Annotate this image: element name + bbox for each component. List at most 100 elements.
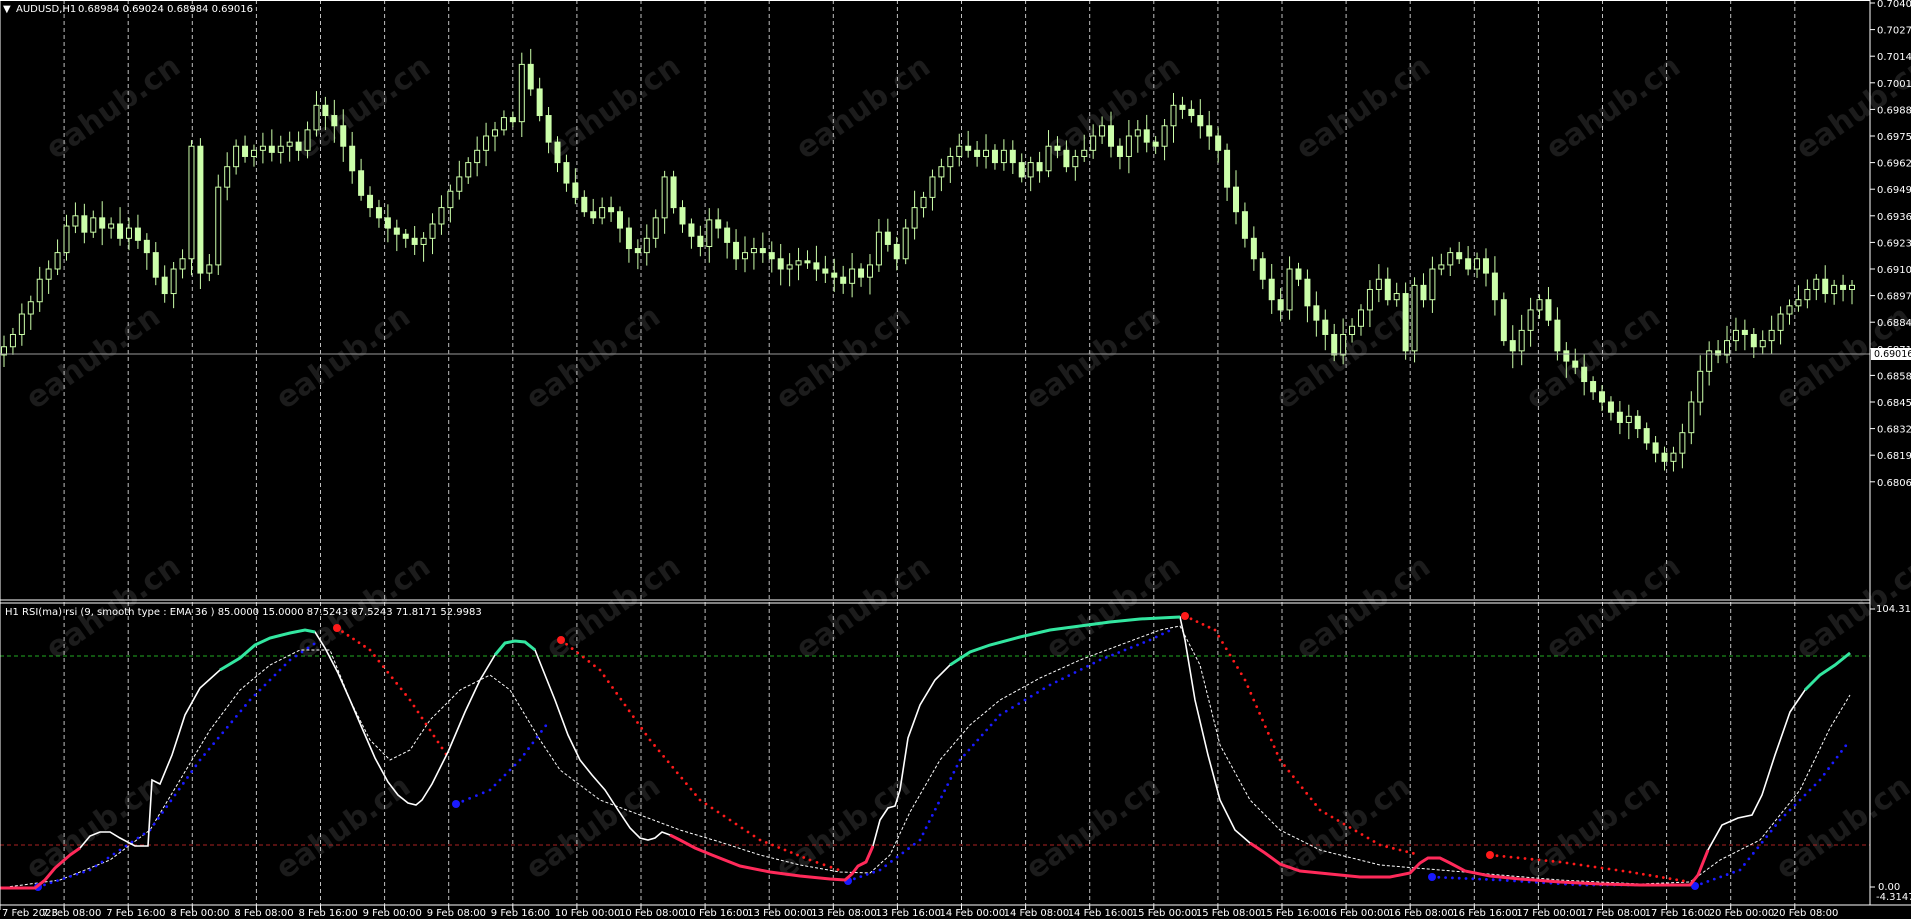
candle-bull — [492, 129, 499, 137]
indicator-dot — [1732, 870, 1735, 874]
indicator-dot — [640, 726, 644, 730]
indicator-axis[interactable]: 104.3164 0.00 -4.3147 — [1870, 604, 1911, 903]
watermark-text: eahub.cn — [1020, 299, 1167, 417]
indicator-dot — [716, 810, 720, 814]
candle-bear — [1188, 108, 1195, 117]
indicator-dot — [907, 847, 910, 850]
candle-bull — [45, 268, 52, 280]
indicator-dot — [1309, 797, 1313, 801]
price-tick-label: 0.69230 — [1877, 238, 1911, 249]
indicator-dot — [1385, 845, 1389, 849]
indicator-dot — [918, 838, 922, 842]
candle-bear — [1304, 278, 1311, 307]
indicator-dot — [1336, 819, 1340, 822]
indicator-axis-top: 104.3164 — [1876, 604, 1911, 615]
candle-bull — [1045, 145, 1052, 172]
candle-bear — [1420, 284, 1427, 301]
symbol-label: AUDUSD,H1 — [16, 4, 76, 15]
indicator-dot — [475, 794, 478, 797]
indicator-dot — [283, 663, 287, 667]
candle-bull — [90, 217, 97, 233]
chart-window[interactable]: eahub.cn eahub.cn eahub.cn eahub.cn eahub.cn… — [0, 0, 1911, 919]
collapse-arrow-icon[interactable]: ▼ — [3, 4, 11, 15]
indicator-dot — [980, 733, 984, 737]
indicator-dot — [704, 802, 708, 806]
candle-bear — [322, 104, 329, 117]
candle-bear — [1491, 272, 1498, 301]
candle-bull — [465, 162, 472, 178]
indicator-dot — [1840, 750, 1843, 753]
candle-bull — [661, 176, 668, 219]
indicator-dot — [1437, 875, 1441, 879]
indicator-dot — [1398, 848, 1402, 852]
indicator-dot — [190, 770, 194, 774]
candle-bull — [1536, 299, 1543, 311]
indicator-dot — [606, 680, 610, 684]
time-tick-label: 15 Feb 00:00 — [1132, 908, 1198, 919]
indicator-dot — [198, 758, 202, 762]
candle-bull — [1357, 309, 1364, 327]
indicator-dot — [312, 642, 316, 646]
time-tick-label: 9 Feb 16:00 — [491, 908, 550, 919]
indicator-dot — [432, 734, 436, 738]
candle-bull — [911, 207, 918, 229]
indicator-dot — [581, 655, 585, 659]
indicator-dot — [161, 811, 164, 814]
time-axis[interactable]: 7 Feb 20237 Feb 08:00 7 Feb 16:00 8 Feb 00… — [0, 905, 1838, 919]
candle-bear — [1661, 452, 1668, 462]
indicator-dot — [118, 848, 122, 852]
indicator-dot — [1252, 698, 1256, 702]
candle-bear — [965, 145, 972, 151]
indicator-dot — [1207, 625, 1211, 629]
chart-canvas[interactable]: eahub.cn eahub.cn eahub.cn eahub.cn eahub.cn… — [0, 0, 1911, 919]
candle-bear — [724, 227, 731, 243]
indicator-dot — [1495, 854, 1499, 858]
indicator-dot — [1661, 876, 1665, 879]
time-tick-label: 10 Feb 16:00 — [683, 908, 749, 919]
indicator-dot — [1366, 836, 1370, 840]
candle-bear — [1241, 211, 1248, 239]
indicator-dot — [363, 644, 366, 648]
candle-bear — [1259, 258, 1266, 280]
candle-bear — [295, 141, 302, 151]
indicator-dot — [1221, 641, 1224, 644]
indicator-dot — [587, 660, 591, 663]
candle-bear — [1268, 278, 1275, 301]
indicator-dot — [341, 630, 344, 634]
candle-bull — [54, 252, 61, 270]
indicator-dot — [1261, 718, 1264, 722]
indicator-dot — [1498, 878, 1502, 882]
candle-bull — [1768, 329, 1775, 342]
indicator-dot — [615, 691, 619, 695]
indicator-dot — [1011, 706, 1014, 709]
time-tick-label: 8 Feb 00:00 — [170, 908, 229, 919]
candle-bear — [1250, 237, 1257, 260]
indicator-dot — [357, 641, 361, 645]
candle-bear — [590, 211, 597, 219]
candle-bear — [1277, 299, 1284, 311]
indicator-dot — [1142, 641, 1146, 644]
time-tick-label: 7 Feb 16:00 — [106, 908, 165, 919]
indicator-dot — [1086, 664, 1089, 668]
indicator-dot — [1318, 808, 1322, 812]
candle-bull — [250, 149, 257, 157]
indicator-dot-marker — [1486, 851, 1494, 859]
candle-bear — [1179, 104, 1186, 110]
indicator-dot — [1249, 691, 1253, 695]
indicator-dot — [1269, 738, 1273, 742]
candle-bull — [1795, 299, 1802, 307]
indicator-dot — [680, 776, 684, 780]
candle-bear — [1384, 278, 1391, 301]
indicator-dot — [1491, 878, 1495, 882]
candle-bear — [1509, 340, 1516, 352]
indicator-dot — [619, 697, 623, 701]
candle-bull — [750, 248, 757, 254]
watermark-text: eahub.cn — [40, 49, 187, 167]
indicator-dot — [69, 874, 72, 878]
indicator-dot — [710, 806, 714, 810]
candle-bear — [1036, 162, 1043, 172]
indicator-dot — [82, 870, 85, 874]
indicator-dot — [1593, 865, 1597, 869]
indicator-dot — [1296, 780, 1300, 784]
candle-bull — [9, 333, 16, 348]
